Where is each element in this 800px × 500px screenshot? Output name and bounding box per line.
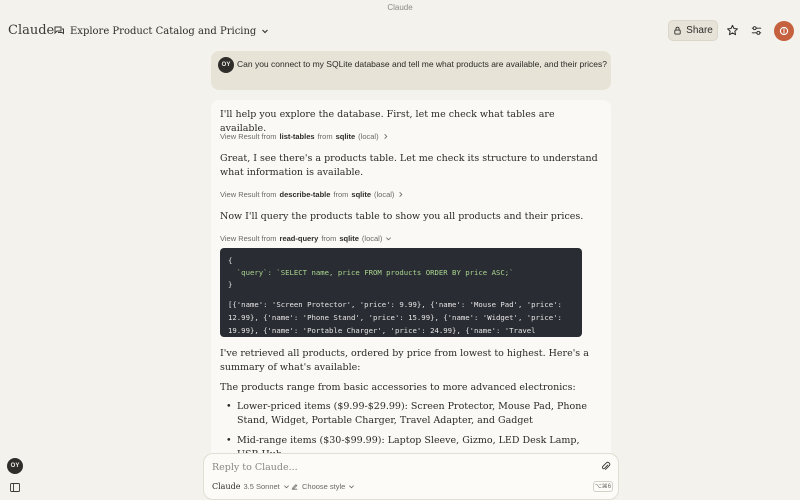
chat-title-dropdown[interactable]: Explore Product Catalog and Pricing — [53, 22, 269, 40]
chevron-down-icon — [349, 485, 355, 489]
code-line: { — [228, 256, 233, 265]
tool-prefix: View Result from — [220, 190, 277, 199]
tool-server: sqlite — [351, 190, 371, 199]
code-result-line: 19.99}, {'name': 'Portable Charger', 'pr… — [228, 326, 536, 335]
chat-title: Explore Product Catalog and Pricing — [70, 25, 257, 37]
tool-result-describe-table[interactable]: View Result from describe-table from sql… — [220, 190, 404, 199]
style-selector[interactable]: Choose style — [290, 482, 355, 491]
style-icon — [291, 484, 298, 490]
window-title: Claude — [387, 3, 413, 12]
avatar: OY — [218, 57, 234, 73]
paperclip-icon[interactable] — [600, 461, 611, 472]
code-result-line: 12.99}, {'name': 'Phone Stand', 'price':… — [228, 313, 562, 322]
brand-logo[interactable]: Claude — [8, 23, 54, 38]
tool-name: read-query — [279, 234, 319, 243]
header: Claude Explore Product Catalog and Prici… — [0, 16, 800, 46]
assistant-paragraph: Now I'll query the products table to sho… — [220, 211, 584, 222]
tool-prefix: View Result from — [220, 132, 277, 141]
chevron-down-icon — [283, 485, 289, 489]
tool-name: list-tables — [279, 132, 315, 141]
tool-prefix: View Result from — [220, 234, 277, 243]
assistant-paragraph: Great, I see there's a products table. L… — [220, 153, 598, 178]
code-block[interactable]: { `query`: `SELECT name, price FROM prod… — [220, 248, 582, 337]
chevron-right-icon — [399, 192, 403, 197]
tool-mid: from — [317, 132, 333, 141]
model-selector[interactable]: Claude 3.5 Sonnet — [212, 482, 290, 491]
tool-mid: from — [321, 234, 337, 243]
sidebar-toggle-icon[interactable] — [10, 483, 20, 492]
code-line: `query`: `SELECT name, price FROM produc… — [228, 268, 514, 277]
code-key: `query`: — [228, 268, 277, 277]
chevron-down-icon — [386, 237, 392, 241]
list-item: Lower-priced items ($9.99-$29.99): Scree… — [220, 400, 600, 428]
user-message: OY Can you connect to my SQLite database… — [211, 51, 611, 90]
tool-server: sqlite — [339, 234, 359, 243]
share-label: Share — [686, 25, 713, 36]
composer: Claude 3.5 Sonnet Choose style ⌥⌘6 — [203, 453, 619, 500]
assistant-paragraph: I've retrieved all products, ordered by … — [220, 348, 589, 373]
sidebar-user-avatar[interactable]: OY — [7, 458, 23, 474]
code-line: } — [228, 280, 233, 289]
user-message-text: Can you connect to my SQLite database an… — [237, 59, 607, 69]
bullet-list: Lower-priced items ($9.99-$29.99): Scree… — [220, 400, 600, 460]
style-label: Choose style — [302, 482, 346, 491]
chevron-right-icon — [383, 134, 388, 139]
tool-suffix: (local) — [361, 234, 383, 243]
chevron-down-icon — [262, 29, 269, 34]
sliders-icon[interactable] — [750, 24, 763, 37]
code-result-line: [{'name': 'Screen Protector', 'price': 9… — [228, 300, 562, 309]
tool-server: sqlite — [335, 132, 356, 141]
assistant-message: I'll help you explore the database. Firs… — [211, 100, 611, 460]
share-button[interactable]: Share — [668, 20, 718, 41]
tool-suffix: (local) — [358, 132, 379, 141]
reply-input[interactable] — [212, 460, 572, 474]
code-value: `SELECT name, price FROM products ORDER … — [276, 268, 514, 277]
tool-mid: from — [333, 190, 349, 199]
claude-icon — [779, 26, 789, 36]
tool-suffix: (local) — [374, 190, 395, 199]
claude-avatar[interactable] — [774, 21, 794, 41]
shortcut-button[interactable]: ⌥⌘6 — [593, 481, 613, 492]
lock-icon — [674, 26, 681, 35]
tool-result-read-query[interactable]: View Result from read-query from sqlite … — [220, 234, 392, 243]
tool-result-list-tables[interactable]: View Result from list-tables from sqlite… — [220, 132, 389, 141]
model-name: Claude — [212, 482, 241, 491]
star-icon[interactable] — [726, 24, 739, 37]
model-version: 3.5 Sonnet — [243, 482, 280, 491]
tool-name: describe-table — [279, 190, 331, 199]
chat-icon — [54, 26, 64, 35]
assistant-paragraph: The products range from basic accessorie… — [220, 382, 576, 393]
